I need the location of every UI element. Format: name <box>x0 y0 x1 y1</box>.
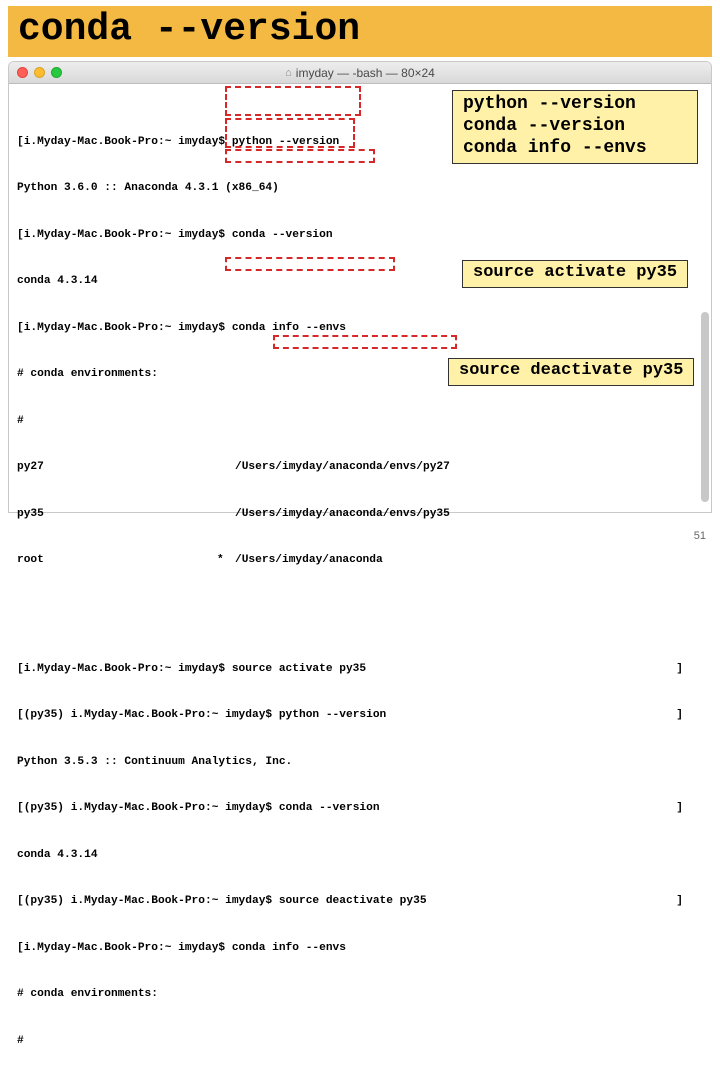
highlight-deactivate <box>273 335 457 349</box>
highlight-activate <box>225 257 395 271</box>
page-number: 51 <box>694 530 706 542</box>
callout-activate: source activate py35 <box>462 260 688 288</box>
slide-title-bar: conda --version <box>8 6 712 57</box>
callout-line: conda info --envs <box>463 137 687 159</box>
highlight-conda-info <box>225 149 375 163</box>
scrollbar[interactable] <box>701 312 709 502</box>
callout-versions: python --version conda --version conda i… <box>452 90 698 164</box>
slide-title: conda --version <box>18 8 702 51</box>
callout-text: source deactivate py35 <box>459 361 683 380</box>
callout-line: conda --version <box>463 115 687 137</box>
window-title: ⌂ imyday — -bash — 80×24 <box>9 66 711 80</box>
terminal-body[interactable]: [i.Myday-Mac.Book-Pro:~ imyday$ python -… <box>9 84 711 1080</box>
window-title-text: imyday — -bash — 80×24 <box>296 66 435 80</box>
callout-text: source activate py35 <box>473 263 677 282</box>
callout-deactivate: source deactivate py35 <box>448 358 694 386</box>
window-titlebar: ⌂ imyday — -bash — 80×24 <box>9 62 711 84</box>
highlight-python-version <box>225 86 361 116</box>
callout-line: python --version <box>463 93 687 115</box>
home-icon: ⌂ <box>285 67 292 79</box>
